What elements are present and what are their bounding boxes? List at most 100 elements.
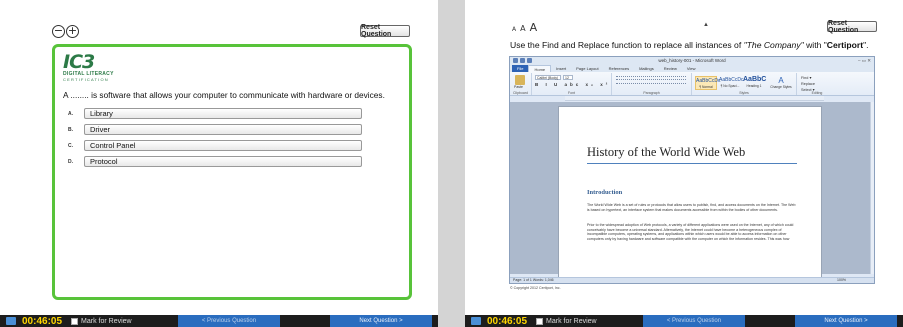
tab-page-layout[interactable]: Page Layout [571, 65, 603, 72]
answer-key: C. [68, 142, 73, 149]
doc-paragraph-2: Prior to the widespread adoption of Web … [587, 223, 794, 241]
font-large-button[interactable]: A [530, 21, 538, 34]
change-styles-button[interactable]: A Change Styles [770, 76, 792, 90]
document-page[interactable]: History of the World Wide Web Introducti… [558, 106, 822, 281]
bottom-bar-left: 00:46:05 Mark for Review < Previous Ques… [0, 315, 438, 327]
style-name: Heading 1 [746, 84, 762, 88]
zoom-in-icon[interactable]: + [66, 25, 79, 38]
logo-main: IC3 [63, 51, 95, 73]
copyright-text: © Copyright 2012 Certiport, Inc. [510, 286, 561, 290]
answer-option-control-panel[interactable]: Control Panel [84, 140, 362, 151]
zoom-out-icon[interactable]: − [52, 25, 65, 38]
answer-row: B. Driver [64, 124, 362, 135]
font-group: Calibri (Body) 12 B I U abc x₂ x² Font [532, 73, 612, 95]
exam-icon [471, 317, 481, 325]
tab-view[interactable]: View [682, 65, 701, 72]
tab-references[interactable]: References [604, 65, 634, 72]
undo-icon[interactable] [527, 58, 532, 63]
styles-group: AaBbCcDc ¶ Normal AaBbCcDc ¶ No Spaci...… [692, 73, 797, 95]
style-sample: AaBbC [743, 76, 767, 83]
style-no-spacing[interactable]: AaBbCcDc ¶ No Spaci... [719, 76, 744, 90]
clipboard-group-label: Clipboard [513, 91, 528, 95]
paste-icon[interactable] [515, 75, 525, 85]
answer-row: D. Protocol [64, 156, 362, 167]
font-size-select[interactable]: 12 [563, 75, 573, 80]
doc-paragraph-1: The World Wide Web is a set of rules or … [587, 203, 796, 212]
answer-key: D. [68, 158, 73, 165]
styles-group-label: Styles [739, 91, 749, 95]
tab-mailings[interactable]: Mailings [634, 65, 659, 72]
paragraph-list-buttons[interactable] [616, 76, 686, 80]
answer-row: A. Library [64, 108, 362, 119]
vertical-scrollbar[interactable] [870, 102, 874, 274]
style-heading-1[interactable]: AaBbC Heading 1 [743, 76, 767, 90]
window-controls[interactable]: – ▭ ✕ [858, 57, 871, 65]
question-box: IC3 DIGITAL LITERACY CERTIFICATION A ...… [52, 44, 412, 300]
answer-option-library[interactable]: Library [84, 108, 362, 119]
font-name-select[interactable]: Calibri (Body) [535, 75, 561, 80]
mark-for-review-label[interactable]: Mark for Review [546, 318, 597, 325]
instruction-text: Use the Find and Replace function to rep… [510, 40, 744, 50]
next-question-button[interactable]: Next Question > [795, 315, 897, 327]
mark-for-review-checkbox[interactable] [536, 317, 544, 325]
doc-title: History of the World Wide Web [587, 145, 746, 159]
font-medium-button[interactable]: A [520, 24, 525, 33]
instruction-text-end: ". [863, 40, 869, 50]
timer: 00:46:05 [487, 315, 528, 327]
instruction-replace-term: Certiport [826, 40, 864, 50]
style-normal[interactable]: AaBbCcDc ¶ Normal [695, 76, 721, 90]
save-icon[interactable] [520, 58, 525, 63]
style-sample: AaBbCcDc [719, 77, 744, 83]
next-question-button[interactable]: Next Question > [330, 315, 432, 327]
timer: 00:46:05 [22, 315, 63, 327]
mark-for-review-checkbox[interactable] [71, 317, 79, 325]
question-panel-right: A A A ▲ Reset Question Use the Find and … [465, 0, 903, 327]
font-size-controls: A A A [512, 21, 537, 34]
collapse-up-icon[interactable]: ▲ [703, 22, 709, 28]
paragraph-group-label: Paragraph [643, 91, 660, 95]
tab-review[interactable]: Review [659, 65, 682, 72]
instruction-find-term: "The Company" [743, 40, 804, 50]
change-styles-icon: A [778, 76, 784, 85]
reset-question-button[interactable]: Reset Question [827, 20, 877, 34]
logo-line2: CERTIFICATION [63, 77, 109, 82]
quick-access-toolbar [513, 58, 532, 63]
answer-option-protocol[interactable]: Protocol [84, 156, 362, 167]
style-name: ¶ Normal [699, 85, 713, 89]
style-name: ¶ No Spaci... [720, 84, 740, 88]
answer-row: C. Control Panel [64, 140, 362, 151]
answer-option-driver[interactable]: Driver [84, 124, 362, 135]
bottom-bar-right: 00:46:05 Mark for Review < Previous Ques… [465, 315, 903, 327]
previous-question-button[interactable]: < Previous Question [643, 315, 745, 327]
font-small-button[interactable]: A [512, 26, 516, 33]
clipboard-group: Paste Clipboard [510, 73, 532, 95]
zoom-level[interactable]: 100% [837, 278, 846, 283]
paragraph-align-buttons[interactable] [616, 83, 686, 87]
answer-key: A. [68, 110, 73, 117]
word-app-icon[interactable] [513, 58, 518, 63]
question-panel-left: − + Reset Question IC3 DIGITAL LITERACY … [0, 0, 438, 327]
editing-group-label: Editing [811, 91, 823, 95]
answer-key: B. [68, 126, 73, 133]
reset-question-button[interactable]: Reset Question [360, 24, 410, 38]
tab-home[interactable]: Home [528, 65, 552, 72]
font-group-label: Font [567, 91, 575, 95]
answer-list: A. Library B. Driver C. Control Panel D.… [64, 108, 362, 172]
tab-file[interactable]: File [512, 65, 529, 72]
tab-insert[interactable]: Insert [551, 65, 571, 72]
question-text: A ........ is software that allows your … [63, 90, 385, 100]
ruler [565, 96, 824, 101]
page-word-count: Page: 1 of 1 Words: 1,046 [513, 278, 554, 282]
previous-question-button[interactable]: < Previous Question [178, 315, 280, 327]
panel-divider [438, 0, 465, 327]
task-instruction: Use the Find and Replace function to rep… [510, 40, 869, 50]
zoom-controls: − + [52, 25, 79, 38]
word-statusbar: Page: 1 of 1 Words: 1,046 100% [510, 277, 874, 283]
paste-label[interactable]: Paste [514, 85, 523, 89]
style-sample: AaBbCcDc [696, 78, 721, 84]
change-styles-label: Change Styles [770, 85, 792, 89]
font-format-buttons[interactable]: B I U abc x₂ x² [535, 82, 610, 87]
ribbon-tabs: File Home Insert Page Layout References … [510, 65, 874, 72]
mark-for-review-label[interactable]: Mark for Review [81, 318, 132, 325]
instruction-text-mid: with " [803, 40, 827, 50]
